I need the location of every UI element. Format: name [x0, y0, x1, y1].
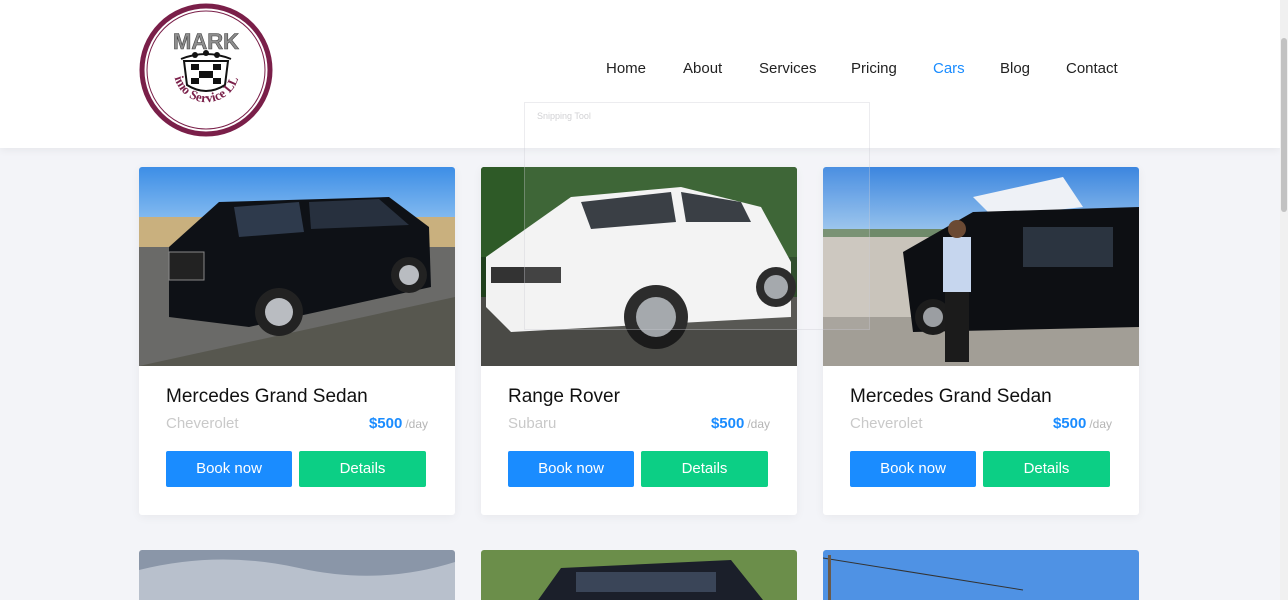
price-period: /day	[1089, 417, 1112, 431]
car-photo[interactable]	[139, 167, 455, 366]
nav-blog[interactable]: Blog	[1000, 60, 1030, 77]
car-photo[interactable]	[823, 550, 1139, 600]
car-photo[interactable]	[139, 550, 455, 600]
car-title: Mercedes Grand Sedan	[850, 386, 1052, 407]
car-card-partial	[139, 550, 455, 600]
car-photo[interactable]	[823, 167, 1139, 366]
details-button[interactable]: Details	[641, 451, 768, 487]
price-amount: $500	[1052, 415, 1087, 432]
car-brand: Cheverolet	[850, 415, 923, 432]
car-brand: Subaru	[508, 415, 557, 432]
car-title: Mercedes Grand Sedan	[166, 386, 368, 407]
price-period: /day	[747, 417, 770, 431]
book-now-button[interactable]: Book now	[850, 451, 976, 487]
price-amount: $500	[710, 415, 745, 432]
details-button[interactable]: Details	[983, 451, 1110, 487]
price-amount: $500	[368, 415, 403, 432]
car-card: Range Rover Subaru $500/day Book now Det…	[481, 167, 797, 515]
nav-about[interactable]: About	[683, 60, 722, 77]
site-header: MARK Limo Service LLC Home About Service…	[0, 0, 1280, 148]
nav-contact[interactable]: Contact	[1066, 60, 1118, 77]
car-card: Mercedes Grand Sedan Cheverolet $500/day…	[823, 167, 1139, 515]
car-price: $500/day	[711, 415, 770, 432]
car-card-partial	[823, 550, 1139, 600]
book-now-button[interactable]: Book now	[508, 451, 634, 487]
main-nav: Home About Services Pricing Cars Blog Co…	[0, 60, 1280, 80]
car-price: $500/day	[1053, 415, 1112, 432]
details-button[interactable]: Details	[299, 451, 426, 487]
scrollbar-thumb[interactable]	[1281, 38, 1287, 212]
book-now-button[interactable]: Book now	[166, 451, 292, 487]
car-card-partial	[481, 550, 797, 600]
car-photo[interactable]	[481, 167, 797, 366]
nav-pricing[interactable]: Pricing	[851, 60, 897, 77]
price-period: /day	[405, 417, 428, 431]
nav-cars[interactable]: Cars	[933, 60, 965, 77]
car-price: $500/day	[369, 415, 428, 432]
car-photo[interactable]	[481, 550, 797, 600]
car-title: Range Rover	[508, 386, 620, 407]
nav-home[interactable]: Home	[606, 60, 646, 77]
car-card: Mercedes Grand Sedan Cheverolet $500/day…	[139, 167, 455, 515]
car-brand: Cheverolet	[166, 415, 239, 432]
page-scrollbar[interactable]	[1280, 0, 1288, 600]
nav-services[interactable]: Services	[759, 60, 817, 77]
